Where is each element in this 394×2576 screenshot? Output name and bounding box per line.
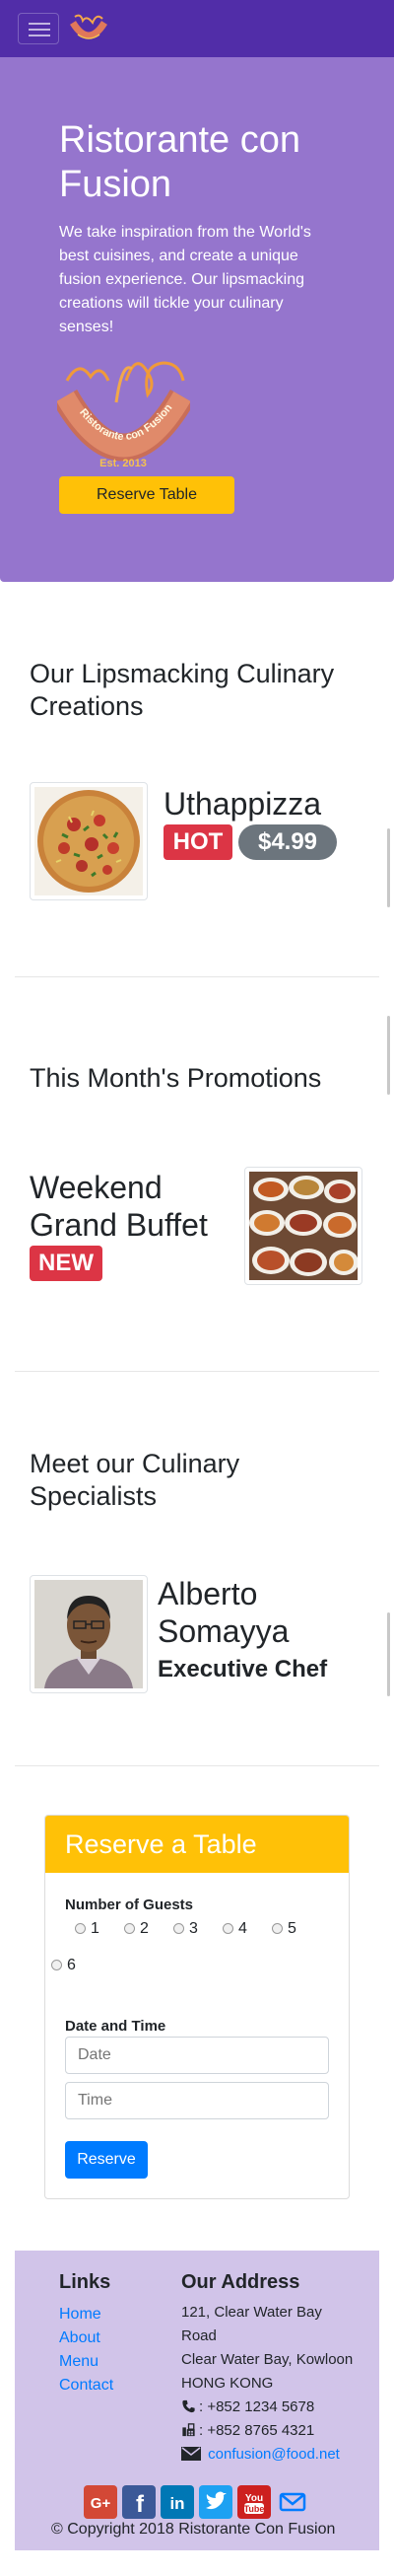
- linkedin-icon[interactable]: in: [161, 2485, 194, 2519]
- svg-text:Est. 2013: Est. 2013: [99, 458, 147, 469]
- buffet-image: [244, 1167, 362, 1285]
- new-badge: NEW: [30, 1246, 102, 1281]
- guest-option-label: 4: [238, 1920, 247, 1937]
- address-line: 121, Clear Water Bay: [181, 2304, 322, 2321]
- phone-icon: [182, 2399, 195, 2413]
- card-header: Reserve a Table: [45, 1816, 349, 1873]
- dish-name: Uthappizza: [164, 786, 322, 822]
- scrollbar-segment[interactable]: [387, 1612, 390, 1696]
- guest-option-label: 3: [189, 1920, 198, 1937]
- guest-radio-6[interactable]: [51, 1960, 62, 1970]
- guest-radio-1[interactable]: [75, 1923, 86, 1934]
- card-title: Reserve a Table: [65, 1829, 257, 1859]
- guest-option-label: 6: [67, 1957, 76, 1973]
- navbar-logo[interactable]: [69, 11, 108, 46]
- email-link[interactable]: confusion@food.net: [208, 2446, 340, 2463]
- envelope-icon: [181, 2447, 201, 2461]
- guests-label: Number of Guests: [65, 1896, 194, 1913]
- chef-name: Alberto Somayya: [158, 1576, 290, 1649]
- divider: [15, 1371, 379, 1372]
- section-title-promotions: This Month's Promotions: [30, 1063, 322, 1093]
- jumbotron-text: We take inspiration from the World's bes…: [59, 224, 311, 335]
- scrollbar-segment[interactable]: [387, 1016, 390, 1095]
- section-title-specialists: Meet our Culinary Specialists: [30, 1449, 240, 1511]
- footer-address-title: Our Address: [181, 2271, 300, 2293]
- divider: [15, 976, 379, 977]
- svg-text:in: in: [169, 2494, 184, 2513]
- guest-radio-2[interactable]: [124, 1923, 135, 1934]
- twitter-icon[interactable]: [199, 2485, 232, 2519]
- divider: [15, 1765, 379, 1766]
- reserve-submit-button[interactable]: Reserve: [65, 2141, 148, 2179]
- dish-image: [30, 782, 148, 900]
- guest-option-label: 2: [140, 1920, 149, 1937]
- reserve-table-card: Reserve a Table Number of Guests 1 2 3 4…: [44, 1815, 350, 2199]
- navbar: [0, 0, 394, 57]
- youtube-icon[interactable]: You Tube: [237, 2485, 271, 2519]
- copyright: © Copyright 2018 Ristorante Con Fusion: [51, 2521, 336, 2538]
- guest-radio-3[interactable]: [173, 1923, 184, 1934]
- guest-radio-5[interactable]: [272, 1923, 283, 1934]
- guest-option-label: 5: [288, 1920, 296, 1937]
- fax-icon: [182, 2423, 195, 2437]
- navbar-toggler-button[interactable]: [18, 13, 59, 44]
- facebook-icon[interactable]: f: [122, 2485, 156, 2519]
- restaurant-logo: Ristorante con Fusion Est. 2013: [57, 361, 190, 469]
- address-line: Clear Water Bay, Kowloon: [181, 2351, 354, 2368]
- mail-icon[interactable]: [276, 2485, 309, 2519]
- time-input[interactable]: [65, 2082, 329, 2119]
- chef-role: Executive Chef: [158, 1656, 328, 1682]
- phone-row: : +852 1234 5678: [181, 2396, 314, 2419]
- jumbotron-title: Ristorante con Fusion: [59, 119, 301, 205]
- section-title-creations: Our Lipsmacking Culinary Creations: [30, 659, 335, 721]
- svg-text:Tube: Tube: [244, 2504, 265, 2514]
- fax-row: : +852 8765 4321: [181, 2419, 314, 2443]
- svg-text:f: f: [136, 2491, 145, 2518]
- datetime-label: Date and Time: [65, 2018, 166, 2035]
- footer-link-about[interactable]: About: [59, 2328, 100, 2348]
- address-line: HONG KONG: [181, 2375, 274, 2392]
- promotion-name: Weekend Grand Buffet: [30, 1170, 208, 1243]
- footer-links-title: Links: [59, 2271, 111, 2293]
- chef-photo: [30, 1575, 148, 1693]
- email-row: confusion@food.net: [181, 2443, 340, 2467]
- reserve-table-button[interactable]: Reserve Table: [59, 476, 234, 514]
- guest-option-label: 1: [91, 1920, 99, 1937]
- google-plus-icon[interactable]: G+: [84, 2485, 117, 2519]
- footer-link-contact[interactable]: Contact: [59, 2376, 113, 2396]
- guest-radio-4[interactable]: [223, 1923, 233, 1934]
- fax-number: : +852 8765 4321: [199, 2422, 315, 2439]
- date-input[interactable]: [65, 2037, 329, 2074]
- address-line: Road: [181, 2327, 217, 2344]
- price-badge: $4.99: [238, 824, 337, 860]
- footer-link-menu[interactable]: Menu: [59, 2352, 98, 2372]
- svg-text:G+: G+: [91, 2495, 111, 2512]
- svg-text:You: You: [245, 2493, 263, 2504]
- footer-link-home[interactable]: Home: [59, 2305, 101, 2325]
- scrollbar-segment[interactable]: [387, 828, 390, 907]
- jumbotron: Ristorante con Fusion We take inspiratio…: [0, 57, 394, 582]
- phone-number: : +852 1234 5678: [199, 2398, 315, 2415]
- hot-badge: HOT: [164, 824, 232, 860]
